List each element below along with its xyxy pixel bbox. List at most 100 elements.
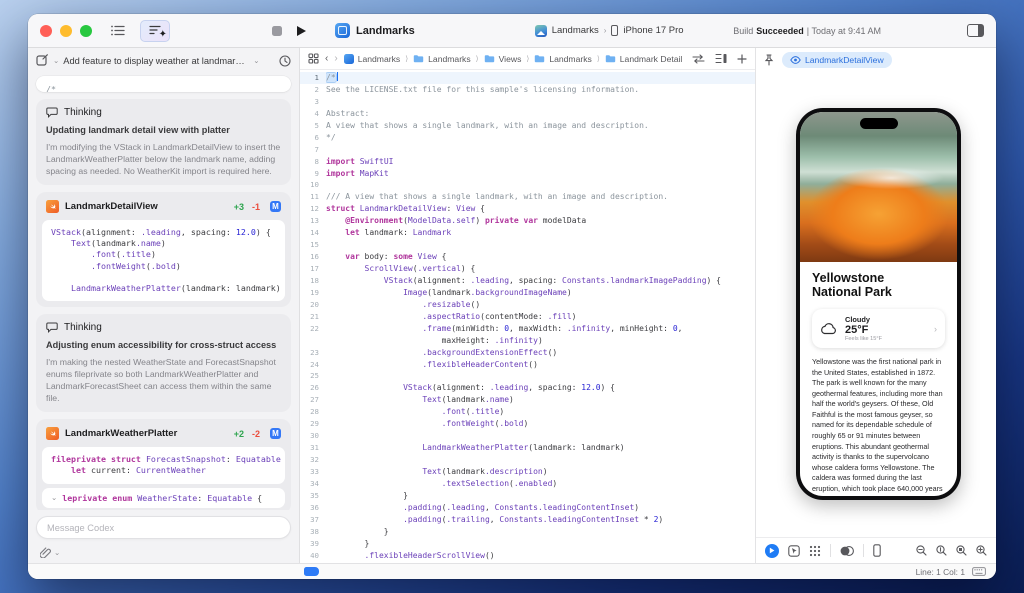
code-line[interactable]: 13 @Environment(ModelData.self) private …: [300, 215, 755, 227]
code-line[interactable]: 37 .padding(.trailing, Constants.leading…: [300, 514, 755, 526]
breadcrumb-item[interactable]: Landmarks: [534, 54, 592, 64]
activity-view[interactable]: Build Succeeded | Today at 9:41 AM: [733, 26, 881, 36]
variants-grid-icon[interactable]: [809, 545, 821, 557]
code-line[interactable]: 9 import MapKit: [300, 168, 755, 180]
code-line[interactable]: 24 .flexibleHeaderContent(): [300, 359, 755, 371]
code-line[interactable]: 30: [300, 430, 755, 442]
diff-card-landmarkweatherplatter[interactable]: LandmarkWeatherPlatter +2 -2 M filepriva…: [36, 419, 291, 510]
breadcrumb-item[interactable]: Landmark Detail: [605, 54, 682, 64]
code-line[interactable]: 25: [300, 370, 755, 382]
history-icon[interactable]: [279, 54, 291, 67]
diff-card-landmarkdetailview[interactable]: LandmarkDetailView +3 -1 M VStack(alignm…: [36, 192, 291, 308]
code-line[interactable]: 35 }: [300, 490, 755, 502]
thinking-section-2[interactable]: Thinking Adjusting enum accessibility fo…: [36, 314, 291, 413]
code-line[interactable]: 8 import SwiftUI: [300, 156, 755, 168]
code-line[interactable]: 19 Image(landmark.backgroundImageName): [300, 287, 755, 299]
live-preview-button[interactable]: [765, 543, 779, 558]
code-line[interactable]: 27 Text(landmark.name): [300, 394, 755, 406]
thread-title-dropdown[interactable]: Add feature to display weather at landma…: [63, 56, 249, 66]
stop-button[interactable]: [272, 25, 282, 36]
new-chat-chevron[interactable]: ⌄: [53, 56, 59, 65]
breadcrumb[interactable]: Landmarks ⟩ Landmarks ⟩ Views ⟩ Landmarks ⟩ Land…: [343, 53, 686, 64]
code-line[interactable]: 11/// A view that shows a single landmar…: [300, 191, 755, 203]
inspector-toggle-icon[interactable]: [967, 24, 984, 37]
new-chat-icon[interactable]: [36, 54, 49, 67]
cloud-icon: [821, 322, 836, 334]
close-button[interactable]: [40, 24, 52, 37]
scheme-selector[interactable]: Landmarks › iPhone 17 Pro: [534, 24, 684, 37]
pin-icon[interactable]: [764, 54, 774, 66]
attachment-icon[interactable]: [40, 546, 51, 558]
attachment-chevron[interactable]: ⌄: [54, 548, 60, 557]
code-line[interactable]: 12 struct LandmarkDetailView: View {: [300, 203, 755, 215]
code-line[interactable]: 38 }: [300, 526, 755, 538]
code-line[interactable]: 26 VStack(alignment: .leading, spacing: …: [300, 382, 755, 394]
zoom-in-icon[interactable]: [976, 545, 987, 556]
breadcrumb-item[interactable]: Landmarks: [343, 53, 400, 64]
code-line[interactable]: 28 .font(.title): [300, 406, 755, 418]
code-line[interactable]: 3: [300, 96, 755, 108]
diff-code-1[interactable]: VStack(alignment: .leading, spacing: 12.…: [42, 220, 285, 302]
code-line[interactable]: 15: [300, 239, 755, 251]
code-line[interactable]: 34 .textSelection(.enabled): [300, 478, 755, 490]
code-line[interactable]: 17 ScrollView(.vertical) {: [300, 263, 755, 275]
zoom-to-fit-icon[interactable]: [956, 545, 967, 556]
code-line[interactable]: 32: [300, 454, 755, 466]
code-line[interactable]: 21 .aspectRatio(contentMode: .fill): [300, 311, 755, 323]
code-line[interactable]: maxHeight: .infinity): [300, 335, 755, 347]
forward-button[interactable]: ›: [334, 53, 337, 64]
code-line[interactable]: 2 See the LICENSE.txt file for this sampl…: [300, 84, 755, 96]
code-review-icon[interactable]: [692, 53, 705, 64]
code-line[interactable]: 36 .padding(.leading, Constants.leadingC…: [300, 502, 755, 514]
related-items-icon[interactable]: [308, 53, 319, 64]
minimize-button[interactable]: [60, 24, 72, 37]
minimap-icon[interactable]: [715, 53, 727, 64]
preview-tab[interactable]: LandmarkDetailView: [782, 52, 892, 68]
thinking-section-1[interactable]: Thinking Updating landmark detail view w…: [36, 99, 291, 185]
code-line[interactable]: 33 Text(landmark.description): [300, 466, 755, 478]
preview-device-icon[interactable]: [873, 544, 881, 557]
code-lines[interactable]: 1/* 2 See the LICENSE.txt file for this sa…: [300, 70, 755, 563]
swift-file-icon: [46, 200, 59, 213]
intelligence-assistant-button[interactable]: ✦: [140, 19, 170, 42]
code-line[interactable]: 22 .frame(minWidth: 0, maxWidth: .infini…: [300, 323, 755, 335]
keyboard-icon[interactable]: [972, 567, 986, 576]
code-line[interactable]: 6 */: [300, 132, 755, 144]
code-line[interactable]: 16 var body: some View {: [300, 251, 755, 263]
add-editor-icon[interactable]: [737, 53, 747, 64]
zoom-actual-size-icon[interactable]: [936, 545, 947, 556]
code-line[interactable]: 1/*: [300, 72, 755, 84]
code-line[interactable]: 10: [300, 179, 755, 191]
code-line[interactable]: 14 let landmark: Landmark: [300, 227, 755, 239]
breakpoint-indicator[interactable]: [304, 567, 319, 576]
iphone-screen[interactable]: Yellowstone National Park Cloudy 25°F Fe…: [800, 112, 957, 496]
diff-code-2[interactable]: fileprivate struct ForecastSnapshot: Equ…: [42, 447, 285, 484]
code-line[interactable]: 18 VStack(alignment: .leading, spacing: …: [300, 275, 755, 287]
diff-card-header[interactable]: LandmarkWeatherPlatter +2 -2 M: [42, 425, 285, 447]
code-line[interactable]: 5A view that shows a single landmark, wi…: [300, 120, 755, 132]
code-line[interactable]: 29 .fontWeight(.bold): [300, 418, 755, 430]
zoom-out-icon[interactable]: [916, 545, 927, 556]
code-line[interactable]: 39 }: [300, 538, 755, 550]
back-button[interactable]: ‹: [325, 53, 328, 64]
landmark-description: Yellowstone was the first national park …: [812, 357, 943, 493]
code-line[interactable]: 40 .flexibleHeaderScrollView(): [300, 550, 755, 562]
breadcrumb-item[interactable]: Views: [484, 54, 521, 64]
code-line[interactable]: 20 .resizable(): [300, 299, 755, 311]
message-input[interactable]: [36, 516, 291, 539]
navigator-list-icon[interactable]: [106, 20, 130, 42]
selectable-mode-icon[interactable]: [788, 544, 800, 557]
code-line[interactable]: 31 LandmarkWeatherPlatter(landmark: land…: [300, 442, 755, 454]
diff-card-header[interactable]: LandmarkDetailView +3 -1 M: [42, 198, 285, 220]
breadcrumb-item[interactable]: Landmarks: [413, 54, 471, 64]
color-scheme-icon[interactable]: [840, 545, 854, 557]
zoom-button[interactable]: [80, 24, 92, 37]
code-line[interactable]: 23 .backgroundExtensionEffect(): [300, 347, 755, 359]
code-line[interactable]: 7: [300, 144, 755, 156]
license-code-card[interactable]: /*See the LICENSE.txt file for this samp…: [36, 76, 291, 92]
collapsed-code-row[interactable]: ⌄ leprivate enum WeatherState: Equatable…: [42, 487, 285, 508]
weather-platter[interactable]: Cloudy 25°F Feels like 15°F ›: [812, 308, 945, 349]
assistant-transcript[interactable]: /*See the LICENSE.txt file for this samp…: [28, 73, 299, 510]
code-line[interactable]: 4 Abstract:: [300, 108, 755, 120]
run-button[interactable]: [296, 25, 307, 37]
